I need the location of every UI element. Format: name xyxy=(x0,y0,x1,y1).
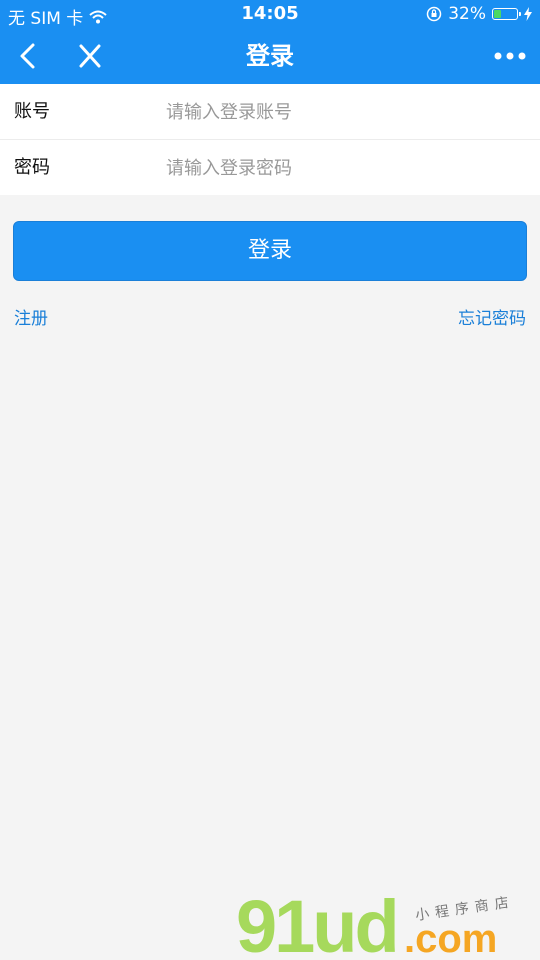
register-link[interactable]: 注册 xyxy=(14,304,48,329)
watermark-logo: 91ud .com 小程序商店 xyxy=(236,886,516,956)
battery-icon xyxy=(492,8,521,20)
nav-bar: 登录 xyxy=(0,28,540,84)
login-form: 账号 密码 xyxy=(0,84,540,195)
password-row: 密码 xyxy=(0,140,540,195)
login-button[interactable]: 登录 xyxy=(13,221,527,281)
orientation-lock-icon xyxy=(426,6,442,22)
watermark-brand: 91ud xyxy=(236,886,397,956)
more-dots-icon[interactable] xyxy=(490,40,530,72)
charging-bolt-icon xyxy=(524,7,532,21)
account-row: 账号 xyxy=(0,84,540,140)
battery-percent: 32% xyxy=(448,4,486,24)
account-label: 账号 xyxy=(14,101,50,122)
battery-fill xyxy=(494,10,501,18)
page-title: 登录 xyxy=(246,42,294,70)
forgot-password-link[interactable]: 忘记密码 xyxy=(458,304,526,329)
password-input[interactable] xyxy=(166,149,506,187)
status-right: 32% xyxy=(426,4,532,24)
app-header: 无 SIM 卡 14:05 32% 登录 xyxy=(0,0,540,84)
password-label: 密码 xyxy=(14,157,50,178)
account-input[interactable] xyxy=(166,93,506,131)
status-bar: 无 SIM 卡 14:05 32% xyxy=(0,0,540,29)
